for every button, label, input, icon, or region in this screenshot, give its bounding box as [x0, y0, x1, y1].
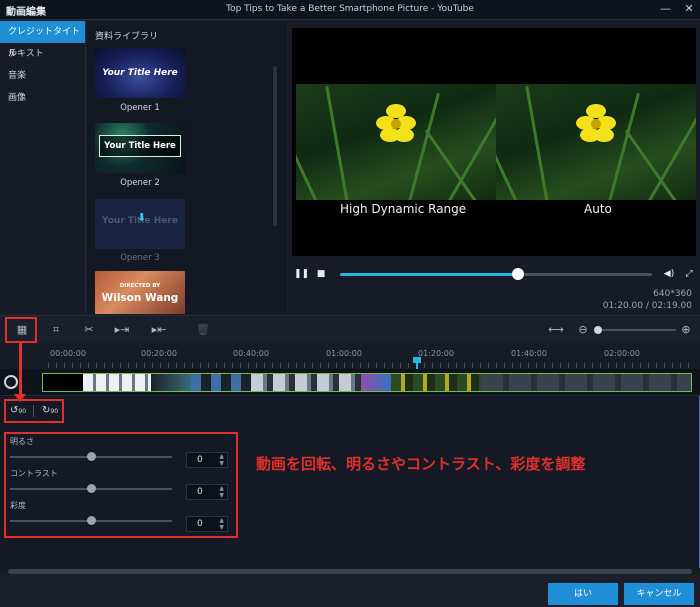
preview-panel: High Dynamic Range Auto ❚❚ ■ ◀) ⤢ 640*36… [288, 21, 700, 314]
zoom-in-icon[interactable]: ⊕ [679, 322, 693, 338]
time-label: 01:20:00 [418, 349, 454, 358]
brightness-input[interactable]: 0 ▲ ▼ [186, 452, 228, 468]
seek-progress [340, 273, 518, 276]
flower-image [376, 104, 416, 144]
spin-arrows-icon[interactable]: ▲ ▼ [219, 517, 224, 531]
time-label: 01:00:00 [326, 349, 362, 358]
template-label: Opener 1 [120, 103, 160, 113]
video-track [0, 369, 700, 395]
seek-handle[interactable] [511, 268, 524, 280]
film-edit-icon[interactable]: ▦ [13, 322, 31, 338]
minimize-button[interactable]: — [660, 2, 671, 16]
video-clip[interactable] [42, 373, 692, 392]
timeline-ruler[interactable]: 00:00:00 00:20:00 00:40:00 01:00:00 01:2… [0, 343, 700, 382]
delete-icon[interactable]: 🗑 [196, 322, 210, 338]
seek-bar[interactable] [340, 268, 652, 280]
split-right-icon[interactable]: ▸⇤ [148, 322, 170, 338]
annotation-text: 動画を回転、明るさやコントラスト、彩度を調整 [256, 455, 586, 473]
template-thumb-opener-1[interactable]: Your Title Here [95, 48, 185, 98]
brightness-value: 0 [197, 455, 203, 465]
category-credit-titles[interactable]: クレジットタイトル [0, 21, 85, 59]
rotate-right-button[interactable]: ↻90 [40, 403, 60, 419]
video-preview[interactable]: High Dynamic Range Auto [292, 28, 696, 256]
effects-icon[interactable]: ✂ [80, 322, 98, 338]
rotate-left-button[interactable]: ↺90 [8, 403, 28, 419]
material-library: 資料ライブラリ Your Title Here Opener 1 Your Ti… [87, 21, 287, 314]
edit-toolbar: ▦ ⌗ ✂ ▸⇥ ▸⇤ 🗑 ⟷ ⊖ ⊕ [0, 315, 700, 343]
saturation-handle[interactable] [87, 516, 96, 525]
time-label: 00:40:00 [233, 349, 269, 358]
divider [33, 405, 34, 417]
library-header: 資料ライブラリ [95, 32, 159, 42]
zoom-slider[interactable] [594, 322, 676, 338]
thumb-title-text: Your Title Here [104, 141, 176, 151]
brightness-handle[interactable] [87, 452, 96, 461]
spin-arrows-icon[interactable]: ▲ ▼ [219, 485, 224, 499]
dialog-footer: はい キャンセル [0, 576, 700, 607]
thumb-title-text: Your Title Here [102, 68, 178, 78]
category-text[interactable]: テキスト [0, 43, 85, 65]
split-left-icon[interactable]: ▸⇥ [111, 322, 133, 338]
contrast-slider[interactable] [10, 484, 172, 493]
time-label: 00:20:00 [141, 349, 177, 358]
category-nav: クレジットタイトル テキスト 音楽 画像 [0, 21, 86, 314]
time-label: 00:00:00 [50, 349, 86, 358]
contrast-label: コントラスト [10, 469, 58, 478]
caption-right: Auto [584, 202, 612, 216]
template-label: Opener 3 [120, 253, 160, 263]
time-readout: 01:20.00 / 02:19.00 [602, 301, 692, 311]
resolution-readout: 640*360 [653, 289, 692, 299]
template-label: Opener 2 [120, 178, 160, 188]
thumb-small-text: DIRECTED BY [119, 283, 161, 289]
spin-arrows-icon[interactable]: ▲ ▼ [219, 453, 224, 467]
window-title: Top Tips to Take a Better Smartphone Pic… [226, 4, 474, 14]
close-button[interactable]: ✕ [684, 2, 694, 16]
thumb-title-text: Wilson Wang [101, 292, 179, 304]
category-image[interactable]: 画像 [0, 87, 85, 109]
saturation-slider[interactable] [10, 516, 172, 525]
saturation-label: 彩度 [10, 501, 26, 510]
fit-timeline-icon[interactable]: ⟷ [548, 322, 564, 338]
adjust-panel: ↺90 ↻90 明るさ 0 ▲ ▼ コントラスト 0 ▲ ▼ 彩度 0 ▲ ▼ 動画を… [0, 395, 700, 575]
ok-button[interactable]: はい [548, 583, 618, 605]
brightness-label: 明るさ [10, 437, 34, 446]
rotate-left-label: 90 [18, 408, 27, 415]
fullscreen-icon[interactable]: ⤢ [682, 267, 696, 281]
volume-icon[interactable]: ◀) [662, 267, 676, 281]
window-controls: — ✕ [660, 2, 694, 16]
caption-left: High Dynamic Range [340, 202, 467, 216]
cancel-button[interactable]: キャンセル [624, 583, 694, 605]
category-music[interactable]: 音楽 [0, 65, 85, 87]
annotation-arrow-head [14, 394, 26, 402]
template-thumb-opener-2[interactable]: Your Title Here [95, 123, 185, 173]
stop-icon[interactable]: ■ [314, 267, 328, 281]
flower-image [576, 104, 616, 144]
annotation-arrow [19, 341, 22, 398]
template-thumb-credits[interactable]: DIRECTED BY Wilson Wang [95, 271, 185, 314]
zoom-out-icon[interactable]: ⊖ [576, 322, 590, 338]
pause-icon[interactable]: ❚❚ [294, 267, 309, 281]
saturation-value: 0 [197, 519, 203, 529]
title-bar: 動画編集 Top Tips to Take a Better Smartphon… [0, 0, 700, 20]
time-label: 02:00:00 [604, 349, 640, 358]
time-label: 01:40:00 [511, 349, 547, 358]
contrast-handle[interactable] [87, 484, 96, 493]
contrast-value: 0 [197, 487, 203, 497]
timeline-scrollbar[interactable] [0, 568, 700, 575]
ruler-ticks [48, 363, 692, 368]
video-frame-right [496, 84, 696, 200]
video-frame-left [296, 84, 496, 200]
crop-icon[interactable]: ⌗ [48, 322, 64, 338]
brightness-slider[interactable] [10, 452, 172, 461]
saturation-input[interactable]: 0 ▲ ▼ [186, 516, 228, 532]
rotate-right-label: 90 [50, 408, 59, 415]
download-arrow-icon: ⬇ [137, 211, 147, 224]
playback-controls: ❚❚ ■ ◀) ⤢ [294, 267, 694, 281]
scrollbar-thumb[interactable] [8, 569, 692, 574]
contrast-input[interactable]: 0 ▲ ▼ [186, 484, 228, 500]
film-reel-icon [4, 375, 18, 389]
library-scrollbar[interactable] [273, 66, 277, 226]
template-thumb-opener-3[interactable]: Your Title Here ⬇ [95, 199, 185, 249]
